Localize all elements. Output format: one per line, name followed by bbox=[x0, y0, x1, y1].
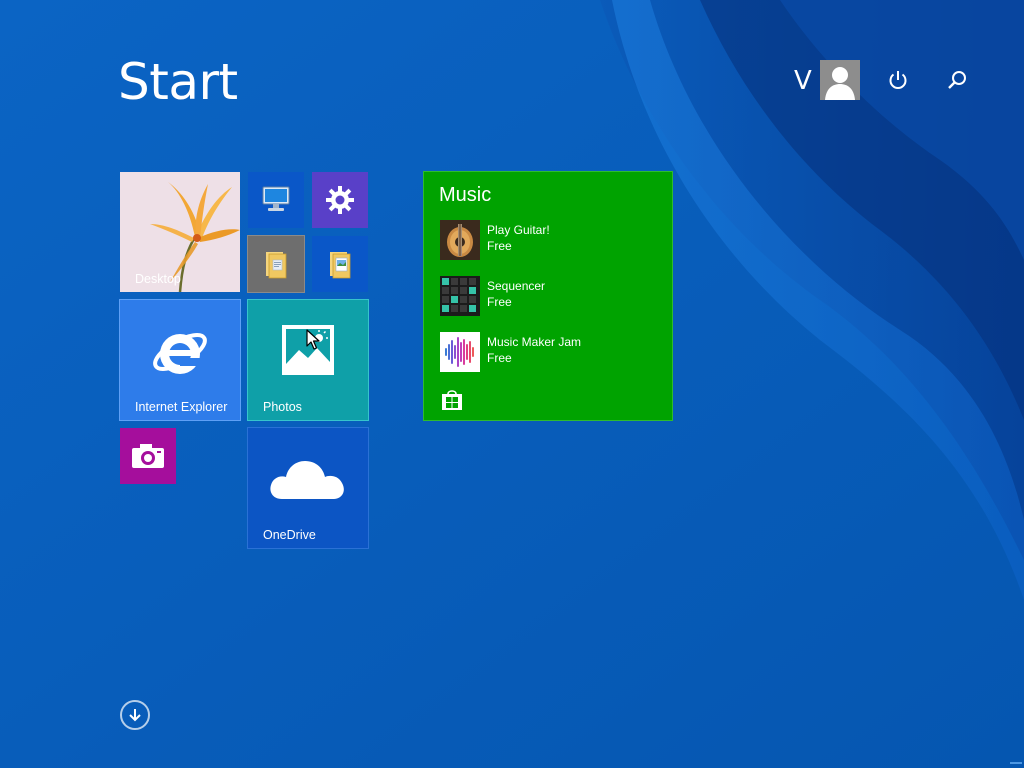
search-button[interactable] bbox=[941, 64, 973, 96]
music-item-name: Music Maker Jam bbox=[487, 335, 582, 349]
documents-icon bbox=[330, 252, 351, 279]
mouse-cursor-icon bbox=[306, 329, 320, 350]
user-avatar-icon[interactable] bbox=[820, 60, 860, 100]
power-icon bbox=[889, 71, 907, 89]
tile-pc-settings[interactable] bbox=[312, 172, 368, 228]
tile-this-pc[interactable] bbox=[248, 172, 304, 228]
user-name[interactable]: V bbox=[794, 66, 812, 96]
tile-label: Desktop bbox=[135, 272, 181, 286]
gear-icon bbox=[326, 186, 354, 214]
tile-documents[interactable] bbox=[312, 236, 368, 292]
tile-label: Photos bbox=[263, 400, 302, 414]
tile-camera[interactable] bbox=[120, 428, 176, 484]
search-icon bbox=[948, 71, 966, 89]
music-item-sequencer[interactable]: Sequencer Free bbox=[440, 276, 660, 316]
tile-desktop[interactable]: Desktop bbox=[120, 172, 240, 292]
down-arrow-icon bbox=[129, 709, 141, 722]
music-item-price: Free bbox=[487, 351, 512, 365]
sequencer-icon bbox=[440, 276, 480, 316]
camera-icon bbox=[132, 444, 164, 468]
music-item-music-maker-jam[interactable]: Music Maker Jam Free bbox=[440, 332, 660, 372]
music-item-price: Free bbox=[487, 239, 512, 253]
music-item-price: Free bbox=[487, 295, 512, 309]
computer-icon bbox=[262, 186, 290, 211]
tile-photos[interactable]: Photos bbox=[247, 299, 369, 421]
start-title: Start bbox=[118, 53, 238, 111]
tile-label: OneDrive bbox=[263, 528, 316, 542]
tile-onedrive[interactable]: OneDrive bbox=[247, 427, 369, 549]
music-title: Music bbox=[439, 184, 492, 206]
power-button[interactable] bbox=[882, 64, 914, 96]
tile-label: Internet Explorer bbox=[135, 400, 228, 414]
cloud-icon bbox=[270, 461, 344, 499]
waveform-icon bbox=[440, 332, 480, 372]
all-apps-button[interactable] bbox=[120, 700, 150, 730]
store-icon bbox=[442, 390, 462, 410]
tile-file-explorer[interactable] bbox=[247, 235, 305, 293]
tile-internet-explorer[interactable]: Internet Explorer bbox=[119, 299, 241, 421]
music-item-name: Play Guitar! bbox=[487, 223, 550, 237]
internet-explorer-icon bbox=[153, 333, 207, 374]
tile-music[interactable]: Music Play Guitar! Free Sequencer Free M… bbox=[423, 171, 673, 421]
music-item-play-guitar[interactable]: Play Guitar! Free bbox=[440, 220, 660, 260]
guitar-icon bbox=[440, 220, 480, 260]
folder-icon bbox=[266, 252, 287, 279]
corner-indicator bbox=[1010, 762, 1022, 764]
music-item-name: Sequencer bbox=[487, 279, 546, 293]
